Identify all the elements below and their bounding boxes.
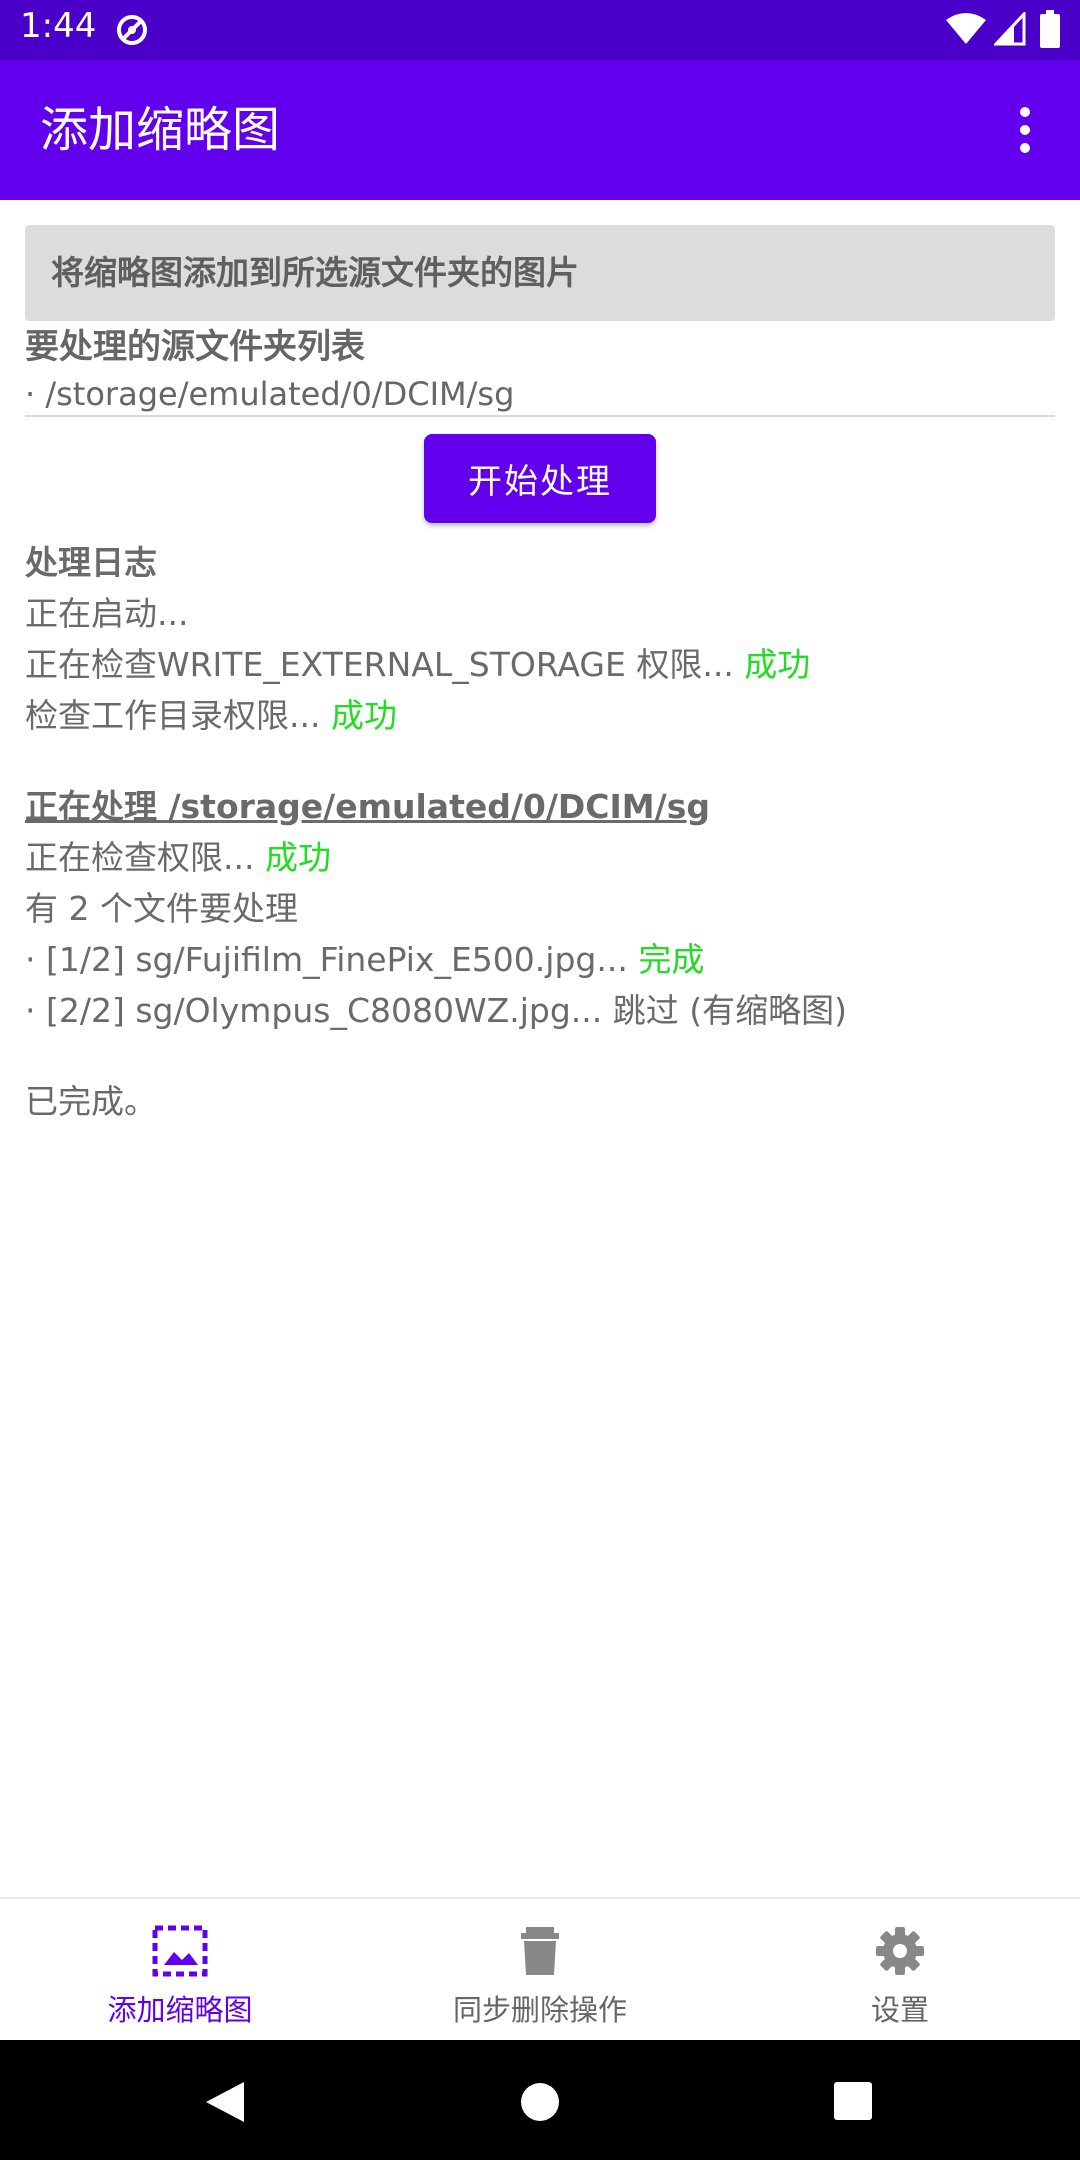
log-status-success: 成功 bbox=[264, 838, 331, 877]
log-status-success: 成功 bbox=[744, 645, 811, 684]
nav-label: 同步删除操作 bbox=[452, 1993, 627, 2027]
log-status-success: 成功 bbox=[330, 696, 397, 735]
gear-icon bbox=[876, 1927, 924, 1975]
status-time: 1:44 bbox=[20, 6, 97, 46]
back-icon[interactable] bbox=[204, 2080, 248, 2124]
wifi-icon bbox=[946, 13, 986, 44]
processing-log: 处理日志 正在启动... 正在检查WRITE_EXTERNAL_STORAGE … bbox=[25, 537, 1055, 1127]
log-title: 处理日志 bbox=[25, 543, 157, 582]
signal-icon bbox=[994, 12, 1026, 46]
bottom-navigation: 添加缩略图 同步删除操作 设置 bbox=[0, 1897, 1080, 2040]
log-line: 正在检查权限... 成功 bbox=[25, 832, 1055, 883]
sync-icon bbox=[117, 15, 147, 45]
system-navigation-bar bbox=[0, 2040, 1080, 2160]
log-line: · [2/2] sg/Olympus_C8080WZ.jpg... 跳过 (有缩… bbox=[25, 991, 847, 1030]
log-line: 检查工作目录权限... 成功 bbox=[25, 690, 1055, 741]
log-line: · [1/2] sg/Fujifilm_FinePix_E500.jpg... … bbox=[25, 934, 1055, 985]
log-text: · [1/2] sg/Fujifilm_FinePix_E500.jpg... bbox=[25, 940, 639, 979]
overflow-menu-icon[interactable] bbox=[1010, 102, 1040, 158]
home-icon[interactable] bbox=[520, 2082, 560, 2122]
start-processing-button[interactable]: 开始处理 bbox=[424, 434, 656, 523]
source-folder-item[interactable]: · /storage/emulated/0/DCIM/sg bbox=[25, 370, 514, 418]
divider bbox=[25, 415, 1055, 417]
log-folder-heading: 正在处理 /storage/emulated/0/DCIM/sg bbox=[25, 787, 710, 826]
nav-label: 添加缩略图 bbox=[107, 1993, 253, 2027]
recents-icon[interactable] bbox=[834, 2082, 872, 2120]
trash-icon bbox=[521, 1927, 559, 1975]
log-line: 正在启动... bbox=[25, 594, 189, 633]
nav-settings[interactable]: 设置 bbox=[720, 1899, 1080, 2042]
log-line: 正在检查WRITE_EXTERNAL_STORAGE 权限... 成功 bbox=[25, 639, 1055, 690]
log-status-done: 完成 bbox=[638, 940, 705, 979]
app-bar: 添加缩略图 bbox=[0, 60, 1080, 200]
log-text: 正在检查WRITE_EXTERNAL_STORAGE 权限... bbox=[25, 645, 745, 684]
battery-icon bbox=[1040, 10, 1060, 48]
nav-sync-delete[interactable]: 同步删除操作 bbox=[360, 1899, 720, 2042]
description-banner: 将缩略图添加到所选源文件夹的图片 bbox=[25, 225, 1055, 321]
nav-label: 设置 bbox=[870, 1993, 929, 2027]
app-title: 添加缩略图 bbox=[40, 102, 281, 158]
log-text: 检查工作目录权限... bbox=[25, 696, 331, 735]
log-line: 有 2 个文件要处理 bbox=[25, 889, 298, 928]
status-bar: 1:44 bbox=[0, 0, 1080, 60]
add-thumbnail-icon bbox=[152, 1925, 208, 1977]
log-text: 正在检查权限... bbox=[25, 838, 265, 877]
log-done: 已完成。 bbox=[25, 1082, 157, 1121]
nav-add-thumbnail[interactable]: 添加缩略图 bbox=[0, 1899, 360, 2042]
source-folders-title: 要处理的源文件夹列表 bbox=[25, 327, 365, 367]
